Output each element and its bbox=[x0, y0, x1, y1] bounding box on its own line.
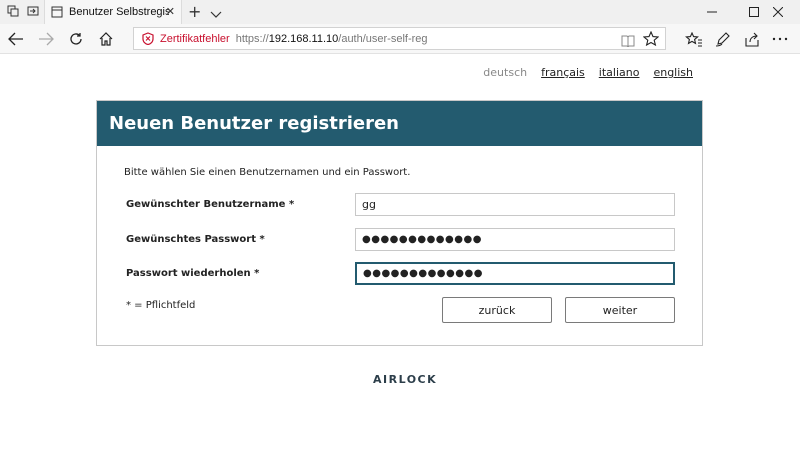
close-window-icon[interactable] bbox=[756, 0, 800, 24]
refresh-icon[interactable] bbox=[67, 30, 85, 48]
cert-error-label[interactable]: Zertifikatfehler bbox=[160, 33, 230, 45]
username-input[interactable] bbox=[355, 193, 675, 216]
language-switcher: deutsch français italiano english bbox=[483, 66, 693, 79]
password-repeat-input[interactable] bbox=[355, 262, 675, 285]
address-bar[interactable]: Zertifikatfehler https:// 192.168.11.10 … bbox=[133, 27, 666, 50]
set-tabs-aside-icon[interactable] bbox=[26, 4, 40, 18]
form-intro: Bitte wählen Sie einen Benutzernamen und… bbox=[124, 167, 411, 178]
tab-active[interactable]: Benutzer Selbstregistrie ✕ bbox=[44, 0, 182, 24]
tab-actions-icon[interactable] bbox=[6, 4, 20, 18]
home-icon[interactable] bbox=[97, 30, 115, 48]
form-title: Neuen Benutzer registrieren bbox=[109, 113, 399, 134]
close-tab-icon[interactable]: ✕ bbox=[166, 5, 175, 18]
url-protocol: https:// bbox=[235, 32, 269, 45]
back-button[interactable]: zurück bbox=[442, 297, 552, 323]
next-button[interactable]: weiter bbox=[565, 297, 675, 323]
page-content: deutsch français italiano english Neuen … bbox=[0, 55, 800, 473]
password-repeat-label: Passwort wiederholen * bbox=[126, 268, 260, 279]
favorites-hub-icon[interactable] bbox=[684, 30, 704, 48]
language-link-italiano[interactable]: italiano bbox=[599, 66, 640, 79]
address-toolbar: Zertifikatfehler https:// 192.168.11.10 … bbox=[0, 24, 800, 54]
page-icon bbox=[51, 6, 63, 18]
reading-view-icon[interactable] bbox=[621, 32, 635, 51]
cert-error-shield-icon[interactable] bbox=[142, 32, 154, 45]
password-label: Gewünschtes Passwort * bbox=[126, 234, 265, 245]
required-field-note: * = Pflichtfeld bbox=[126, 300, 196, 311]
url-host: 192.168.11.10 bbox=[268, 32, 339, 45]
share-icon[interactable] bbox=[742, 30, 762, 48]
language-current: deutsch bbox=[483, 66, 528, 79]
favorite-star-icon[interactable] bbox=[642, 30, 660, 50]
language-link-english[interactable]: english bbox=[653, 66, 693, 79]
tab-title: Benutzer Selbstregistrie bbox=[69, 6, 169, 18]
username-label: Gewünschter Benutzername * bbox=[126, 199, 295, 210]
more-options-icon[interactable] bbox=[770, 30, 790, 48]
pen-notes-icon[interactable] bbox=[713, 30, 733, 48]
new-tab-icon[interactable]: + bbox=[188, 2, 201, 21]
registration-card: Neuen Benutzer registrieren Bitte wählen… bbox=[96, 100, 703, 346]
password-input[interactable] bbox=[355, 228, 675, 251]
back-arrow-icon[interactable] bbox=[7, 30, 25, 48]
language-link-francais[interactable]: français bbox=[541, 66, 585, 79]
tab-bar: Benutzer Selbstregistrie ✕ + bbox=[0, 0, 800, 24]
card-header: Neuen Benutzer registrieren bbox=[97, 101, 702, 146]
url-path: /auth/user-self-reg bbox=[338, 32, 428, 45]
minimize-icon[interactable] bbox=[690, 0, 734, 24]
forward-arrow-icon[interactable] bbox=[37, 30, 55, 48]
tab-list-chevron-icon[interactable] bbox=[210, 5, 222, 24]
airlock-logo: AIRLOCK bbox=[373, 373, 438, 386]
